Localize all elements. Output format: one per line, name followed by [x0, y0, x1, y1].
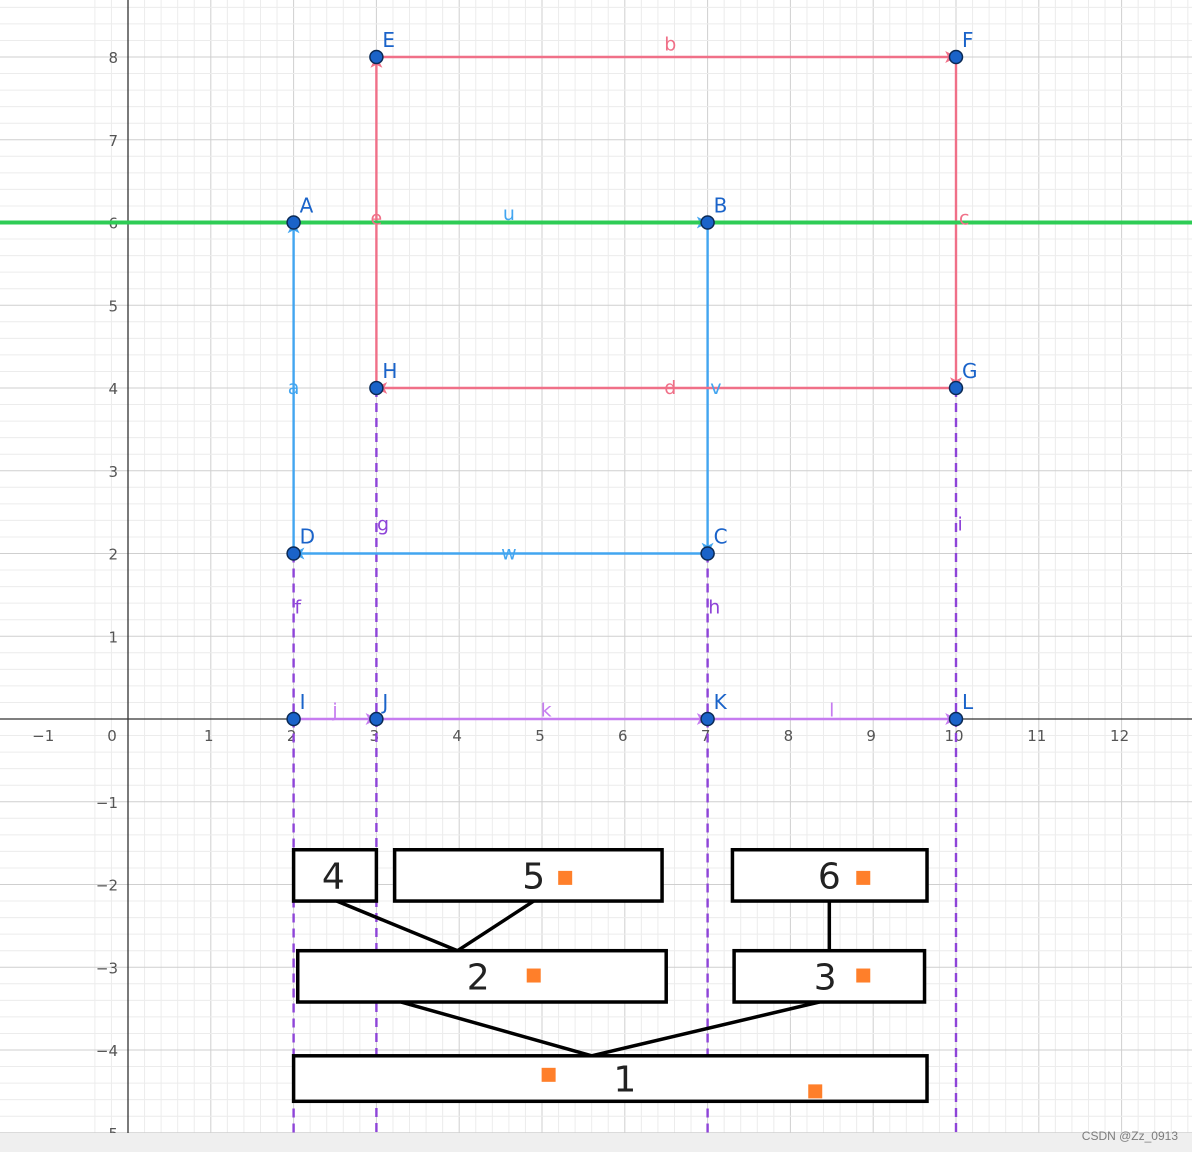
point-label-C: C — [714, 525, 728, 549]
vector-label-d: d — [664, 377, 676, 399]
tree-box-label: 4 — [322, 856, 345, 897]
tree-connector — [335, 899, 459, 953]
x-tick-label: 8 — [784, 727, 794, 745]
line-label-g: g — [377, 514, 389, 536]
point-label-H: H — [382, 359, 397, 383]
vector-label-e: e — [371, 207, 383, 229]
vector-label-l: l — [829, 700, 834, 722]
point-label-G: G — [962, 359, 978, 383]
orange-square-marker — [856, 968, 871, 983]
orange-square-marker — [808, 1084, 823, 1099]
line-label-i: i — [957, 514, 962, 536]
y-tick-label: 3 — [108, 463, 118, 481]
orange-square-marker — [856, 870, 871, 885]
y-tick-label: 5 — [108, 297, 118, 315]
line-label-f: f — [294, 596, 302, 618]
point-D[interactable] — [286, 546, 301, 561]
vector-label-w: w — [501, 543, 517, 565]
y-tick-label: 2 — [108, 546, 118, 564]
x-tick-label: 0 — [107, 727, 117, 745]
x-tick-label: 10 — [944, 727, 963, 745]
watermark: CSDN @Zz_0913 — [1081, 1129, 1178, 1143]
tree-connector — [400, 1000, 593, 1058]
tree-box-label: 5 — [522, 856, 545, 897]
point-L[interactable] — [948, 711, 964, 727]
point-label-D: D — [300, 525, 315, 549]
coordinate-plane[interactable]: −10123456789101112−5−4−3−2−112345678auvw… — [0, 0, 1192, 1152]
vector-label-b: b — [664, 34, 676, 56]
point-E[interactable] — [369, 49, 384, 65]
vector-label-k: k — [541, 700, 552, 722]
point-K[interactable] — [700, 711, 715, 727]
point-label-A: A — [300, 194, 314, 218]
point-B[interactable] — [700, 215, 715, 230]
x-tick-label: 3 — [370, 727, 380, 745]
y-tick-label: −1 — [96, 794, 118, 812]
point-label-I: I — [300, 690, 306, 714]
point-label-F: F — [962, 28, 974, 52]
point-label-J: J — [380, 690, 388, 714]
tree-box-label: 1 — [613, 1060, 636, 1101]
y-tick-label: −4 — [96, 1042, 118, 1060]
x-tick-label: 11 — [1027, 727, 1046, 745]
orange-square-marker — [541, 1067, 556, 1082]
vector-label-a: a — [288, 377, 300, 399]
footer-bar — [0, 1133, 1192, 1152]
x-tick-label: 6 — [618, 727, 628, 745]
point-G[interactable] — [948, 380, 964, 396]
point-label-B: B — [714, 194, 728, 218]
x-tick-label: 9 — [866, 727, 876, 745]
x-tick-label: 7 — [701, 727, 711, 745]
point-label-L: L — [962, 690, 974, 714]
tree-box-label: 3 — [814, 957, 837, 998]
geometry-canvas[interactable]: −10123456789101112−5−4−3−2−112345678auvw… — [0, 0, 1192, 1152]
y-tick-label: 4 — [108, 380, 118, 398]
point-label-E: E — [382, 28, 395, 52]
y-tick-label: −3 — [96, 959, 118, 977]
point-I[interactable] — [286, 711, 301, 727]
tree-box-label: 2 — [467, 957, 490, 998]
y-tick-label: 7 — [108, 132, 118, 150]
point-F[interactable] — [948, 49, 964, 65]
vector-label-u: u — [503, 203, 515, 225]
orange-square-marker — [526, 968, 541, 983]
orange-square-marker — [558, 870, 573, 885]
vector-label-v: v — [710, 377, 721, 399]
point-J[interactable] — [369, 711, 384, 727]
point-H[interactable] — [369, 380, 384, 396]
point-label-K: K — [714, 690, 728, 714]
x-tick-label: 5 — [535, 727, 545, 745]
line-label-h: h — [708, 596, 720, 618]
x-tick-label: −1 — [32, 727, 54, 745]
vector-label-j: j — [331, 700, 337, 722]
tree-connector — [456, 899, 535, 953]
point-A[interactable] — [286, 215, 301, 230]
x-tick-label: 1 — [204, 727, 214, 745]
x-tick-label: 12 — [1110, 727, 1129, 745]
x-tick-label: 2 — [287, 727, 297, 745]
y-tick-label: −2 — [96, 877, 118, 895]
y-tick-label: 8 — [108, 49, 118, 67]
y-tick-label: 1 — [108, 628, 118, 646]
vector-label-c: c — [959, 207, 969, 229]
tree-box-label: 6 — [818, 856, 841, 897]
point-C[interactable] — [700, 546, 715, 561]
tree-connector — [591, 1000, 820, 1058]
x-tick-label: 4 — [452, 727, 462, 745]
tree-box-1[interactable] — [291, 1054, 929, 1104]
